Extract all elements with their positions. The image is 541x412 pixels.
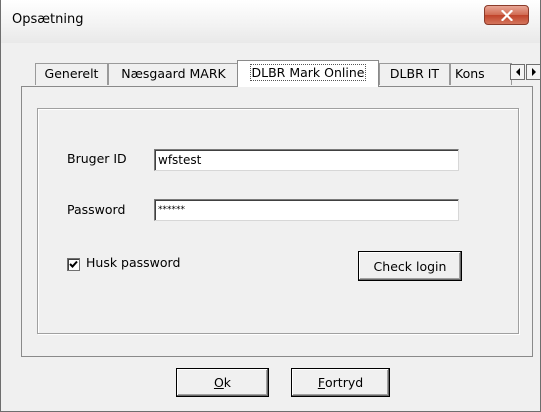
check-login-label: Check login bbox=[373, 258, 447, 274]
remember-password-checkbox[interactable] bbox=[67, 258, 80, 271]
cancel-mnemonic: F bbox=[317, 375, 326, 390]
tab-label: DLBR IT bbox=[389, 66, 440, 81]
login-group-box: Bruger ID Password Husk password Check l… bbox=[37, 108, 519, 334]
user-id-input[interactable] bbox=[154, 149, 459, 171]
dialog-client-area: Generelt Næsgaard MARK DLBR Mark Online … bbox=[10, 43, 541, 403]
ok-button[interactable]: Ok bbox=[176, 368, 269, 397]
user-id-label: Bruger ID bbox=[67, 151, 127, 166]
tab-label: Kons bbox=[455, 66, 485, 81]
tab-generelt[interactable]: Generelt bbox=[35, 63, 108, 85]
ok-label-rest: k bbox=[223, 375, 232, 390]
tab-label: Generelt bbox=[44, 66, 99, 81]
password-input[interactable] bbox=[154, 199, 459, 221]
tab-panel-dlbr-mark-online: Bruger ID Password Husk password Check l… bbox=[21, 86, 533, 357]
arrow-right-icon bbox=[531, 68, 536, 76]
title-bar[interactable]: Opsætning bbox=[1, 0, 540, 43]
tab-kons[interactable]: Kons bbox=[450, 63, 512, 85]
remember-password-label: Husk password bbox=[86, 255, 181, 270]
checkmark-icon bbox=[69, 260, 78, 268]
cancel-label-rest: ortryd bbox=[325, 375, 364, 390]
window-title: Opsætning bbox=[12, 12, 84, 27]
tab-naesgaard-mark[interactable]: Næsgaard MARK bbox=[108, 63, 239, 85]
arrow-left-icon bbox=[515, 68, 520, 76]
tab-dlbr-mark-online[interactable]: DLBR Mark Online bbox=[237, 60, 379, 87]
tab-label: DLBR Mark Online bbox=[249, 64, 367, 81]
tab-scroll-right-button[interactable] bbox=[526, 64, 541, 80]
tab-scroll-buttons bbox=[510, 64, 541, 80]
ok-mnemonic: O bbox=[213, 375, 224, 390]
close-button[interactable] bbox=[484, 5, 529, 25]
cancel-button[interactable]: Fortryd bbox=[291, 368, 390, 397]
check-login-button[interactable]: Check login bbox=[358, 251, 462, 281]
tab-scroll-left-button[interactable] bbox=[510, 64, 525, 80]
tab-dlbr-it[interactable]: DLBR IT bbox=[379, 63, 450, 85]
close-icon bbox=[500, 9, 513, 21]
setup-dialog: Opsætning Generelt Næsgaard MARK DLBR Ma… bbox=[0, 0, 541, 412]
tab-label: Næsgaard MARK bbox=[121, 66, 226, 81]
password-label: Password bbox=[67, 202, 126, 217]
